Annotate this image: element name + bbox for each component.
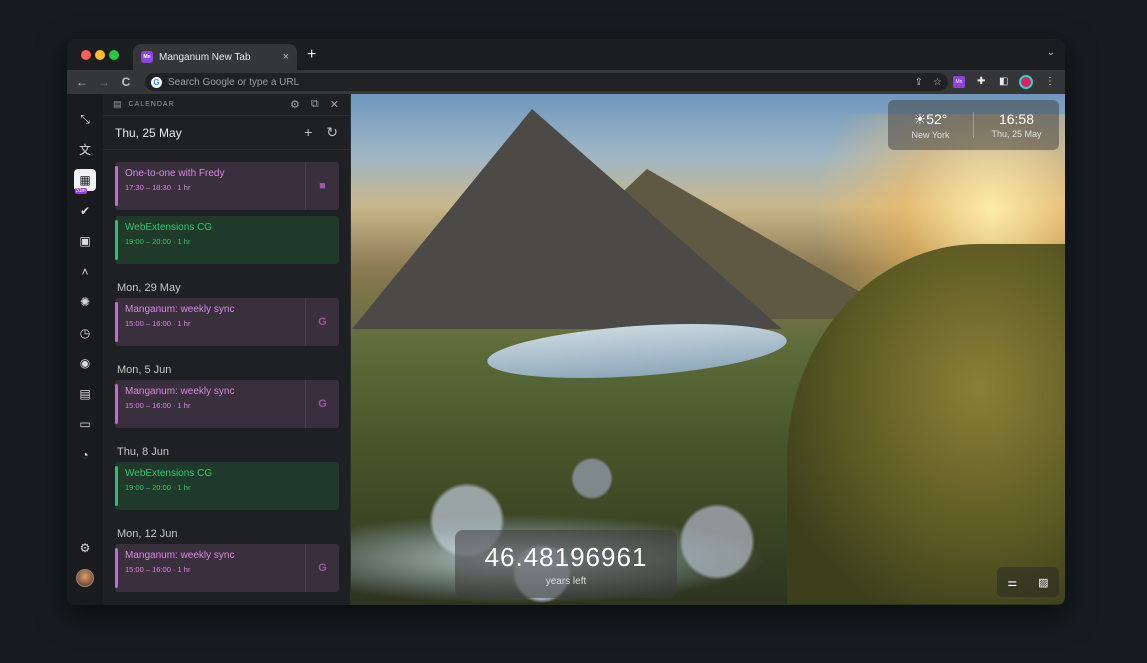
weather-city: New York xyxy=(911,129,950,140)
event-body: Manganum: weekly sync 15:00 – 16:00 · 1 h… xyxy=(118,544,305,592)
apps-grid-icon[interactable]: ▤ xyxy=(74,383,96,405)
forward-button[interactable]: → xyxy=(93,75,115,89)
tab-search-chevron-icon[interactable]: ⌄ xyxy=(1047,47,1055,58)
side-panel-icon[interactable]: ◧ xyxy=(999,76,1008,87)
event-time: 15:00 – 16:00 · 1 hr xyxy=(125,565,191,574)
google-meet-link-icon[interactable]: G xyxy=(305,544,339,592)
temperature: 52° xyxy=(926,110,948,127)
day-label: Mon, 29 May xyxy=(117,282,181,294)
event-time: 15:00 – 16:00 · 1 hr xyxy=(125,401,191,410)
extensions-puzzle-icon[interactable]: ✚ xyxy=(977,76,985,87)
profile-avatar-icon[interactable] xyxy=(1019,75,1033,89)
weather-widget[interactable]: ☀52° New York 16:58 Thu, 25 May xyxy=(888,100,1059,150)
countdown-label: years left xyxy=(545,575,587,587)
event-body: WebExtensions CG 19:00 – 20:00 · 1 hr xyxy=(118,462,339,510)
browser-window: Mn Manganum New Tab × + ⌄ ← → C G Search… xyxy=(67,39,1065,605)
calendar-event[interactable]: WebExtensions CG 19:00 – 20:00 · 1 hr xyxy=(115,216,339,264)
calendar-date-row: Thu, 25 May + ↻ xyxy=(103,116,350,150)
bottom-right-controls: ⚌ ▨ xyxy=(997,567,1059,597)
event-time: 19:00 – 20:00 · 1 hr xyxy=(125,237,191,246)
event-title: Manganum: weekly sync xyxy=(125,550,235,561)
day-label: Thu, 8 Jun xyxy=(117,446,169,458)
share-icon[interactable]: ⇪ xyxy=(915,77,923,88)
manganum-favicon-icon: Mn xyxy=(141,51,153,63)
event-title: Manganum: weekly sync xyxy=(125,386,235,397)
clock-time: 16:58 xyxy=(998,111,1035,127)
event-body: One-to-one with Fredy 17:30 – 18:30 · 1 h… xyxy=(118,162,305,210)
panel-settings-icon[interactable]: ⚙ xyxy=(290,98,301,111)
image-icon[interactable]: ▨ xyxy=(1038,576,1048,589)
calendar-event[interactable]: Manganum: weekly sync 15:00 – 16:00 · 1 h… xyxy=(115,380,339,428)
reload-button[interactable]: C xyxy=(115,75,137,89)
browser-toolbar: ← → C G Search Google or type a URL ⇪ ☆ … xyxy=(67,70,1065,94)
google-icon: G xyxy=(151,76,162,88)
zoom-window-button[interactable] xyxy=(109,50,119,60)
minimize-window-button[interactable] xyxy=(95,50,105,60)
video-icon[interactable]: ■ xyxy=(305,162,339,210)
contacts-icon[interactable]: ▣ xyxy=(74,230,96,252)
address-placeholder: Search Google or type a URL xyxy=(168,76,300,88)
day-label: Mon, 12 Jun xyxy=(117,528,178,540)
user-avatar[interactable] xyxy=(76,569,94,587)
calendar-panel: ▤ CALENDAR ⚙ ⧉ ✕ Thu, 25 May + ↻ One-to-… xyxy=(103,94,351,605)
calendar-icon[interactable]: ▦ 31m xyxy=(74,169,96,194)
countdown-value: 46.48196961 xyxy=(484,541,648,572)
life-countdown-widget[interactable]: 46.48196961 years left xyxy=(455,530,677,598)
google-meet-link-icon[interactable]: G xyxy=(305,380,339,428)
calendar-panel-header: ▤ CALENDAR ⚙ ⧉ ✕ xyxy=(103,94,350,116)
clock-date: Thu, 25 May xyxy=(991,129,1042,139)
task-check-icon[interactable]: ✔ xyxy=(74,200,96,222)
current-date: Thu, 25 May xyxy=(115,125,182,140)
sun-icon: ☀ xyxy=(913,110,927,127)
calendar-event[interactable]: Manganum: weekly sync 15:00 – 16:00 · 1 h… xyxy=(115,298,339,346)
bookmark-star-icon[interactable]: ☆ xyxy=(933,77,942,88)
refresh-icon[interactable]: ↻ xyxy=(326,124,338,141)
chat-icon[interactable]: ▭ xyxy=(74,413,96,435)
calendar-panel-title: CALENDAR xyxy=(128,101,175,108)
tab-manganum[interactable]: Mn Manganum New Tab × xyxy=(133,44,297,70)
collapse-arrows-icon[interactable]: ⤡ xyxy=(74,108,96,130)
event-list: One-to-one with Fredy 17:30 – 18:30 · 1 h… xyxy=(103,162,350,592)
event-title: WebExtensions CG xyxy=(125,468,213,479)
mountain-peak xyxy=(352,109,782,329)
calendar-event[interactable]: Manganum: weekly sync 15:00 – 16:00 · 1 h… xyxy=(115,544,339,592)
close-window-button[interactable] xyxy=(81,50,91,60)
event-time: 15:00 – 16:00 · 1 hr xyxy=(125,319,191,328)
translate-icon[interactable]: 文 xyxy=(74,139,96,161)
open-external-icon[interactable]: ⧉ xyxy=(311,98,320,111)
event-title: Manganum: weekly sync xyxy=(125,304,235,315)
settings-gear-icon[interactable]: ⚙ xyxy=(74,537,96,559)
event-title: WebExtensions CG xyxy=(125,222,213,233)
clock-icon[interactable]: ◷ xyxy=(74,322,96,344)
close-tab-icon[interactable]: × xyxy=(283,51,289,63)
new-tab-content: ⤡ 文 ▦ 31m ✔ ▣ ˄ ✺ ◷ ◉ ▤ ▭ ◔ ⚙ ▤ CALENDAR … xyxy=(67,94,1065,605)
tab-title: Manganum New Tab xyxy=(159,51,251,63)
tab-strip: Mn Manganum New Tab × + ⌄ xyxy=(67,39,1065,70)
event-body: Manganum: weekly sync 15:00 – 16:00 · 1 h… xyxy=(118,380,305,428)
sidebar-rail: ⤡ 文 ▦ 31m ✔ ▣ ˄ ✺ ◷ ◉ ▤ ▭ ◔ ⚙ xyxy=(67,94,103,605)
event-time: 19:00 – 20:00 · 1 hr xyxy=(125,483,191,492)
calendar-event[interactable]: One-to-one with Fredy 17:30 – 18:30 · 1 h… xyxy=(115,162,339,210)
day-label: Mon, 5 Jun xyxy=(117,364,172,376)
event-body: Manganum: weekly sync 15:00 – 16:00 · 1 h… xyxy=(118,298,305,346)
calendar-badge: 31m xyxy=(75,188,87,194)
calendar-event[interactable]: WebExtensions CG 19:00 – 20:00 · 1 hr xyxy=(115,462,339,510)
calendar-small-icon: ▤ xyxy=(113,99,123,109)
event-time: 17:30 – 18:30 · 1 hr xyxy=(125,183,191,192)
address-bar[interactable]: G Search Google or type a URL ⇪ ☆ xyxy=(145,73,948,91)
event-title: One-to-one with Fredy xyxy=(125,168,225,179)
openai-icon[interactable]: ✺ xyxy=(74,291,96,313)
manganum-extension-icon[interactable]: Mn xyxy=(953,76,965,88)
grammarly-icon[interactable]: ◉ xyxy=(74,352,96,374)
back-button[interactable]: ← xyxy=(71,75,93,89)
google-meet-link-icon[interactable]: G xyxy=(305,298,339,346)
toggles-icon[interactable]: ⚌ xyxy=(1007,576,1017,589)
close-panel-icon[interactable]: ✕ xyxy=(330,98,340,111)
menu-dots-icon[interactable]: ⋮ xyxy=(1045,76,1055,87)
chevron-up-icon[interactable]: ˄ xyxy=(74,261,96,283)
event-body: WebExtensions CG 19:00 – 20:00 · 1 hr xyxy=(118,216,339,264)
new-tab-button[interactable]: + xyxy=(307,46,316,64)
add-event-button[interactable]: + xyxy=(304,124,312,141)
pacman-icon[interactable]: ◔ xyxy=(74,444,96,466)
